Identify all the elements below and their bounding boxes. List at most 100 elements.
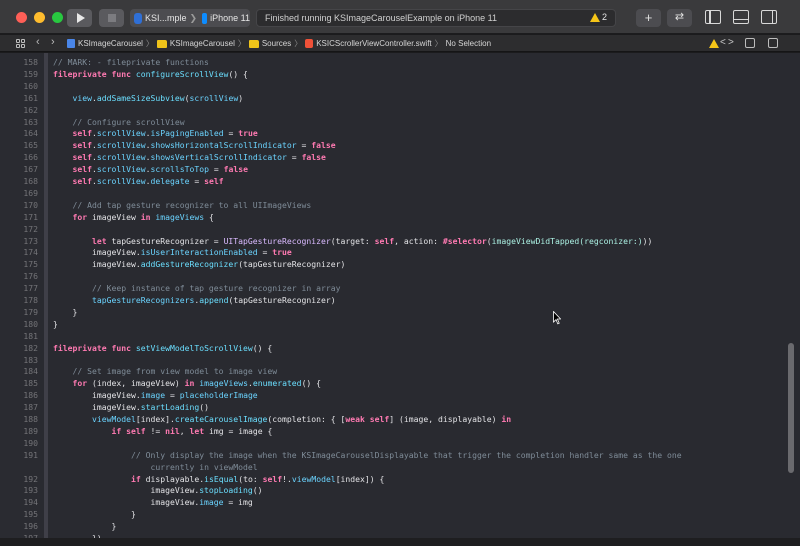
code-text[interactable]: currently in viewModel	[53, 461, 257, 473]
code-line[interactable]: 171 for imageView in imageViews {	[0, 211, 780, 223]
code-text[interactable]: if displayable.isEqual(to: self!.viewMod…	[53, 473, 384, 485]
code-text[interactable]: self.scrollView.scrollsToTop = false	[53, 163, 248, 175]
code-line[interactable]: 170 // Add tap gesture recognizer to all…	[0, 199, 780, 211]
code-line[interactable]: 186 imageView.image = placeholderImage	[0, 389, 780, 401]
code-line[interactable]: 162	[0, 104, 780, 116]
close-window-button[interactable]	[16, 12, 27, 23]
source-editor[interactable]: 158 // MARK: - fileprivate functions 159 fi…	[0, 53, 800, 538]
code-line[interactable]: 175 imageView.addGestureRecognizer(tapGe…	[0, 258, 780, 270]
code-line[interactable]: 183	[0, 354, 780, 366]
stop-button[interactable]	[99, 9, 124, 27]
code-line[interactable]: 189 if self != nil, let img = image {	[0, 425, 780, 437]
code-text[interactable]: // Only display the image when the KSIma…	[53, 449, 682, 461]
code-text[interactable]: imageView.isUserInteractionEnabled = tru…	[53, 246, 292, 258]
code-text[interactable]: viewModel[index].createCarouselImage(com…	[53, 413, 511, 425]
zoom-window-button[interactable]	[52, 12, 63, 23]
code-text[interactable]: imageView.startLoading()	[53, 401, 209, 413]
code-text[interactable]: // Configure scrollView	[53, 116, 185, 128]
code-text[interactable]: if self != nil, let img = image {	[53, 425, 272, 437]
code-text[interactable]: self.scrollView.showsHorizontalScrollInd…	[53, 139, 336, 151]
activity-viewer[interactable]: Finished running KSImageCarouselExample …	[256, 9, 616, 27]
code-line[interactable]: 193 imageView.stopLoading()	[0, 484, 780, 496]
code-line[interactable]: 166 self.scrollView.showsVerticalScrollI…	[0, 151, 780, 163]
code-line[interactable]: 163 // Configure scrollView	[0, 116, 780, 128]
code-line[interactable]: 169	[0, 187, 780, 199]
back-chevron-icon[interactable]: ‹	[36, 36, 40, 48]
code-line[interactable]: 188 viewModel[index].createCarouselImage…	[0, 413, 780, 425]
code-text[interactable]: imageView.stopLoading()	[53, 484, 262, 496]
code-line[interactable]: 158 // MARK: - fileprivate functions	[0, 56, 780, 68]
previous-issue-icon[interactable]: <	[720, 37, 726, 48]
code-line[interactable]: 176	[0, 270, 780, 282]
minimize-window-button[interactable]	[34, 12, 45, 23]
code-line[interactable]: 187 imageView.startLoading()	[0, 401, 780, 413]
device-name[interactable]: iPhone 11	[210, 13, 250, 23]
code-line[interactable]: 178 tapGestureRecognizers.append(tapGest…	[0, 294, 780, 306]
code-text[interactable]: self.scrollView.showsVerticalScrollIndic…	[53, 151, 326, 163]
code-line[interactable]: 179 }	[0, 306, 780, 318]
code-line[interactable]: 195 }	[0, 508, 780, 520]
code-text[interactable]: }	[53, 520, 116, 532]
code-text[interactable]: }	[53, 318, 58, 330]
related-items-icon[interactable]	[16, 39, 25, 48]
code-text[interactable]: // Set image from view model to image vi…	[53, 365, 278, 377]
code-line[interactable]: 173 let tapGestureRecognizer = UITapGest…	[0, 235, 780, 247]
code-line[interactable]: 192 if displayable.isEqual(to: self!.vie…	[0, 473, 780, 485]
code-text[interactable]: for (index, imageView) in imageViews.enu…	[53, 377, 322, 389]
next-issue-icon[interactable]: >	[728, 37, 734, 48]
code-line[interactable]: 194 imageView.image = img	[0, 496, 780, 508]
code-line[interactable]: 168 self.scrollView.delegate = self	[0, 175, 780, 187]
code-line[interactable]: 180}	[0, 318, 780, 330]
code-text[interactable]: // Keep instance of tap gesture recogniz…	[53, 282, 341, 294]
breadcrumb-file[interactable]: KSICScrollerViewController.swift	[316, 39, 431, 48]
breadcrumb-group[interactable]: KSImageCarousel	[170, 39, 235, 48]
code-text[interactable]: fileprivate func configureScrollView() {	[53, 68, 248, 80]
library-button[interactable]: +	[636, 9, 661, 27]
code-text[interactable]: imageView.image = placeholderImage	[53, 389, 258, 401]
breadcrumb-project[interactable]: KSImageCarousel	[78, 39, 143, 48]
code-text[interactable]: // Add tap gesture recognizer to all UII…	[53, 199, 312, 211]
code-line[interactable]: 164 self.scrollView.isPagingEnabled = tr…	[0, 127, 780, 139]
code-line[interactable]: 165 self.scrollView.showsHorizontalScrol…	[0, 139, 780, 151]
warning-indicator[interactable]: 2	[589, 12, 607, 22]
code-text[interactable]: self.scrollView.delegate = self	[53, 175, 224, 187]
code-text[interactable]: }	[53, 306, 77, 318]
forward-chevron-icon[interactable]: ›	[51, 36, 55, 48]
code-line[interactable]: 182 fileprivate func setViewModelToScroll…	[0, 342, 780, 354]
code-review-button[interactable]: ⇄	[667, 9, 692, 27]
code-line[interactable]: 184 // Set image from view model to imag…	[0, 365, 780, 377]
run-button[interactable]	[67, 9, 92, 27]
code-text[interactable]: imageView.addGestureRecognizer(tapGestur…	[53, 258, 345, 270]
code-text[interactable]: self.scrollView.isPagingEnabled = true	[53, 127, 258, 139]
code-line[interactable]: 190	[0, 437, 780, 449]
code-line[interactable]: 161 view.addSameSizeSubview(scrollView)	[0, 92, 780, 104]
breadcrumb-sources[interactable]: Sources	[262, 39, 291, 48]
debug-area-toggle-icon[interactable]	[733, 10, 749, 24]
split-editor-icon[interactable]	[768, 38, 778, 48]
code-text[interactable]: let tapGestureRecognizer = UITapGestureR…	[53, 235, 652, 247]
code-text[interactable]: imageView.image = img	[53, 496, 252, 508]
code-line[interactable]: 159 fileprivate func configureScrollView(…	[0, 68, 780, 80]
code-line[interactable]: 174 imageView.isUserInteractionEnabled =…	[0, 246, 780, 258]
navigator-toggle-icon[interactable]	[705, 10, 721, 24]
code-text[interactable]: tapGestureRecognizers.append(tapGestureR…	[53, 294, 336, 306]
code-line[interactable]: 167 self.scrollView.scrollsToTop = false	[0, 163, 780, 175]
code-line[interactable]: 181	[0, 330, 780, 342]
scheme-selector[interactable]: KSI...mple ❯ iPhone 11	[130, 9, 250, 27]
warning-icon[interactable]	[709, 39, 719, 48]
code-line[interactable]: currently in viewModel	[0, 461, 780, 473]
code-line[interactable]: 191 // Only display the image when the K…	[0, 449, 780, 461]
code-text[interactable]: fileprivate func setViewModelToScrollVie…	[53, 342, 272, 354]
code-line[interactable]: 185 for (index, imageView) in imageViews…	[0, 377, 780, 389]
code-text[interactable]: }	[53, 508, 136, 520]
inspector-toggle-icon[interactable]	[761, 10, 777, 24]
code-line[interactable]: 196 }	[0, 520, 780, 532]
breadcrumb-selection[interactable]: No Selection	[446, 39, 491, 48]
code-line[interactable]: 160	[0, 80, 780, 92]
code-line[interactable]: 177 // Keep instance of tap gesture reco…	[0, 282, 780, 294]
editor-options-icon[interactable]	[745, 38, 755, 48]
code-line[interactable]: 172	[0, 223, 780, 235]
code-text[interactable]: // MARK: - fileprivate functions	[53, 56, 209, 68]
vertical-scrollbar[interactable]	[788, 343, 794, 473]
code-text[interactable]: view.addSameSizeSubview(scrollView)	[53, 92, 244, 104]
